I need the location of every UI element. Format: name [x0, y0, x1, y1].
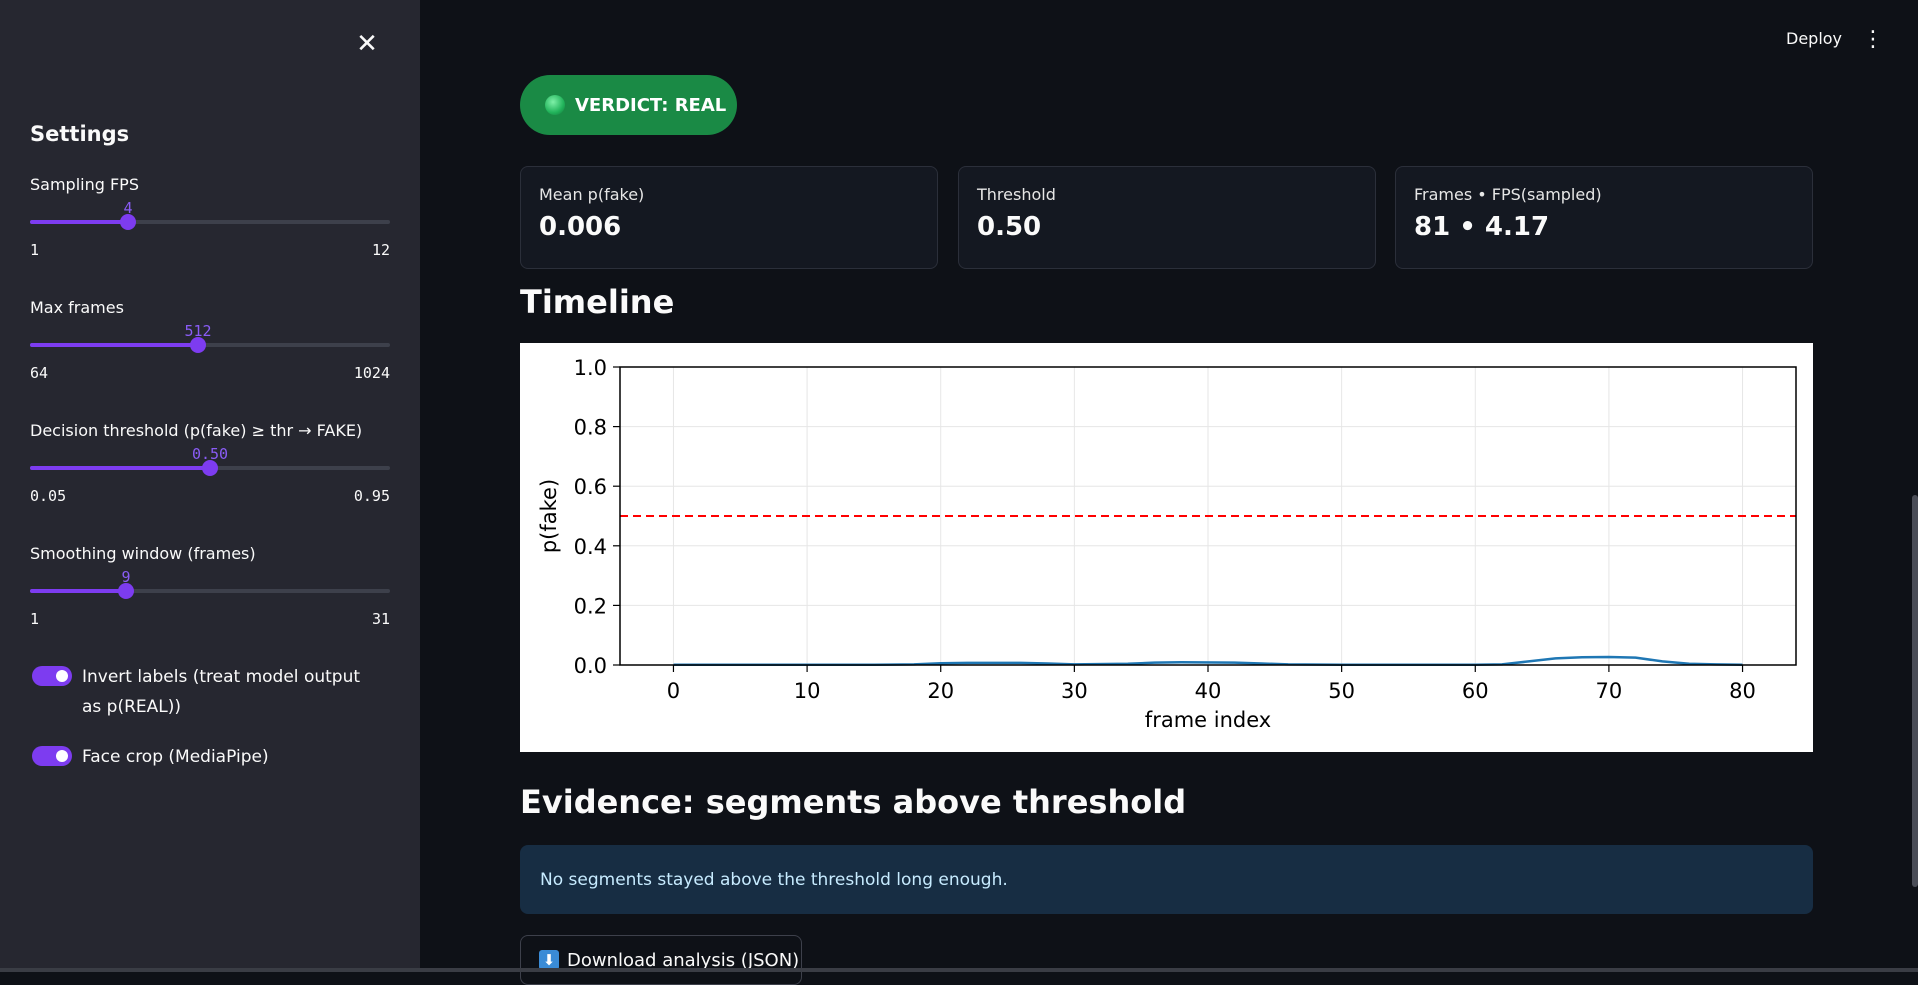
metric-label: Frames • FPS(sampled) — [1414, 185, 1602, 204]
slider-track[interactable] — [30, 214, 390, 230]
close-icon: ✕ — [356, 29, 378, 59]
timeline-heading: Timeline — [520, 283, 675, 321]
verdict-text: VERDICT: REAL — [575, 94, 727, 116]
toggle-knob — [56, 750, 68, 762]
metric-threshold: Threshold 0.50 — [958, 166, 1376, 269]
slider-fill — [30, 466, 210, 470]
metric-label: Threshold — [977, 185, 1056, 204]
bottom-divider — [0, 968, 1918, 972]
y-tick-label: 0.0 — [574, 654, 607, 678]
y-tick-label: 0.4 — [574, 535, 607, 559]
verdict-badge: VERDICT: REAL — [520, 75, 737, 135]
slider-max: 1024 — [353, 364, 390, 382]
y-tick-label: 0.2 — [574, 594, 607, 618]
toggle-label: Face crop (MediaPipe) — [82, 747, 269, 767]
x-tick-label: 60 — [1462, 679, 1489, 703]
sampling-fps-slider[interactable]: Sampling FPS 4 1 12 — [30, 175, 390, 275]
slider-min: 0.05 — [30, 487, 67, 505]
kebab-menu-icon: ⋮ — [1862, 27, 1884, 52]
face-crop-toggle[interactable] — [32, 746, 72, 766]
metric-frames-fps: Frames • FPS(sampled) 81 • 4.17 — [1395, 166, 1813, 269]
metric-value: 0.006 — [539, 212, 622, 242]
metric-mean-pfake: Mean p(fake) 0.006 — [520, 166, 938, 269]
evidence-heading: Evidence: segments above threshold — [520, 783, 1187, 821]
metric-value: 81 • 4.17 — [1414, 212, 1550, 242]
slider-thumb[interactable] — [120, 214, 136, 230]
download-analysis-button[interactable]: ⬇ Download analysis (JSON) — [520, 935, 802, 985]
download-arrow-icon: ⬇ — [539, 950, 559, 970]
slider-min: 1 — [30, 241, 40, 259]
x-tick-label: 0 — [667, 679, 680, 703]
sidebar-title: Settings — [30, 122, 130, 146]
slider-max: 0.95 — [353, 487, 390, 505]
sidebar: ✕ Settings Sampling FPS 4 1 12 Max frame… — [0, 0, 420, 972]
toggle-label: Invert labels (treat model output as p(R… — [82, 667, 361, 717]
deploy-button[interactable]: Deploy — [1786, 29, 1842, 48]
x-tick-label: 50 — [1328, 679, 1355, 703]
slider-track[interactable] — [30, 583, 390, 599]
slider-min: 64 — [30, 364, 49, 382]
x-axis-label: frame index — [1145, 708, 1271, 732]
x-tick-label: 80 — [1729, 679, 1756, 703]
slider-track[interactable] — [30, 337, 390, 353]
y-tick-label: 0.6 — [574, 475, 607, 499]
face-crop-toggle-row: Face crop (MediaPipe) — [32, 742, 382, 772]
y-tick-label: 1.0 — [574, 356, 607, 380]
x-tick-label: 10 — [794, 679, 821, 703]
x-tick-label: 20 — [927, 679, 954, 703]
slider-max: 31 — [371, 610, 390, 628]
main-menu-button[interactable]: ⋮ — [1862, 24, 1884, 56]
decision-threshold-slider[interactable]: Decision threshold (p(fake) ≥ thr → FAKE… — [30, 421, 390, 521]
max-frames-slider[interactable]: Max frames 512 64 1024 — [30, 298, 390, 398]
metric-label: Mean p(fake) — [539, 185, 645, 204]
toggle-knob — [56, 670, 68, 682]
timeline-chart-svg: 0 10 20 30 40 50 60 70 80 0.0 0.2 0.4 0.6 0.8 1.0 frame… — [537, 356, 1797, 732]
evidence-message: No segments stayed above the threshold l… — [540, 869, 1008, 890]
x-tick-label: 40 — [1195, 679, 1222, 703]
slider-fill — [30, 343, 198, 347]
slider-fill — [30, 220, 128, 224]
x-tick-label: 70 — [1596, 679, 1623, 703]
y-axis-label: p(fake) — [537, 479, 561, 553]
invert-labels-toggle-row: Invert labels (treat model output as p(R… — [32, 662, 382, 722]
slider-max: 12 — [371, 241, 390, 259]
slider-thumb[interactable] — [118, 583, 134, 599]
slider-thumb[interactable] — [190, 337, 206, 353]
smoothing-window-slider[interactable]: Smoothing window (frames) 9 1 31 — [30, 544, 390, 644]
status-dot-icon — [545, 95, 565, 115]
y-tick-label: 0.8 — [574, 416, 607, 440]
slider-label: Max frames — [30, 298, 124, 317]
main-scrollbar-thumb[interactable] — [1912, 495, 1918, 887]
slider-label: Sampling FPS — [30, 175, 139, 194]
slider-label: Decision threshold (p(fake) ≥ thr → FAKE… — [30, 421, 363, 440]
slider-min: 1 — [30, 610, 40, 628]
x-tick-label: 30 — [1061, 679, 1088, 703]
slider-thumb[interactable] — [202, 460, 218, 476]
close-sidebar-button[interactable]: ✕ — [351, 28, 383, 60]
invert-labels-toggle[interactable] — [32, 666, 72, 686]
evidence-info-alert: No segments stayed above the threshold l… — [520, 845, 1813, 914]
timeline-chart: 0 10 20 30 40 50 60 70 80 0.0 0.2 0.4 0.6 0.8 1.0 frame… — [520, 343, 1813, 752]
slider-track[interactable] — [30, 460, 390, 476]
metric-value: 0.50 — [977, 212, 1042, 242]
slider-fill — [30, 589, 126, 593]
slider-label: Smoothing window (frames) — [30, 544, 256, 563]
